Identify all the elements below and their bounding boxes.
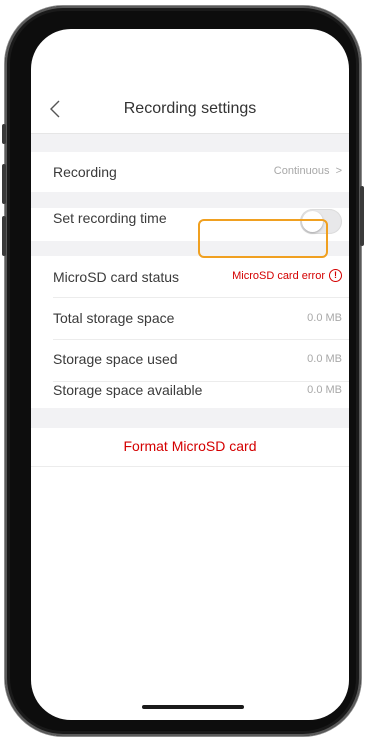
format-row: Format MicroSD card xyxy=(31,428,349,467)
section-gap xyxy=(31,192,349,208)
sd-status-label: MicroSD card status xyxy=(53,269,180,285)
storage-used-value: 0.0 MB xyxy=(307,353,342,365)
nav-bar: Recording settings xyxy=(31,86,349,134)
chevron-right-icon: > xyxy=(332,165,342,177)
page-title: Recording settings xyxy=(123,100,257,117)
storage-used-label: Storage space used xyxy=(53,351,178,367)
sd-error-text: MicroSD card error xyxy=(232,269,325,282)
sd-error-status: MicroSD card error ! xyxy=(232,269,342,282)
recording-row[interactable]: Recording Continuous > xyxy=(31,152,349,192)
home-indicator xyxy=(142,705,244,709)
storage-row-available: Storage space available 0.0 MB xyxy=(31,382,349,408)
storage-row-used: Storage space used 0.0 MB xyxy=(31,340,349,381)
storage-available-value: 0.0 MB xyxy=(307,384,342,396)
storage-total-value: 0.0 MB xyxy=(307,312,342,324)
section-gap xyxy=(31,408,349,428)
sd-status-row: MicroSD card status MicroSD card error ! xyxy=(31,256,349,297)
format-sd-button[interactable]: Format MicroSD card xyxy=(31,438,349,454)
recording-mode-text: Continuous xyxy=(273,165,330,177)
power-button xyxy=(360,186,364,246)
phone-frame: Recording settings Recording Continuous … xyxy=(2,6,364,736)
alert-circle-icon: ! xyxy=(329,269,342,282)
set-recording-time-label: Set recording time xyxy=(53,210,167,226)
recording-mode-value: Continuous > xyxy=(274,165,342,177)
recording-label: Recording xyxy=(53,164,117,180)
mute-switch xyxy=(2,124,6,144)
storage-total-label: Total storage space xyxy=(53,310,175,326)
storage-row-total: Total storage space 0.0 MB xyxy=(31,298,349,339)
volume-up-button xyxy=(2,164,6,204)
storage-available-label: Storage space available xyxy=(53,382,203,398)
section-gap xyxy=(31,134,349,152)
screen: Recording settings Recording Continuous … xyxy=(31,29,349,720)
error-highlight-box xyxy=(198,219,328,258)
volume-down-button xyxy=(2,216,6,256)
